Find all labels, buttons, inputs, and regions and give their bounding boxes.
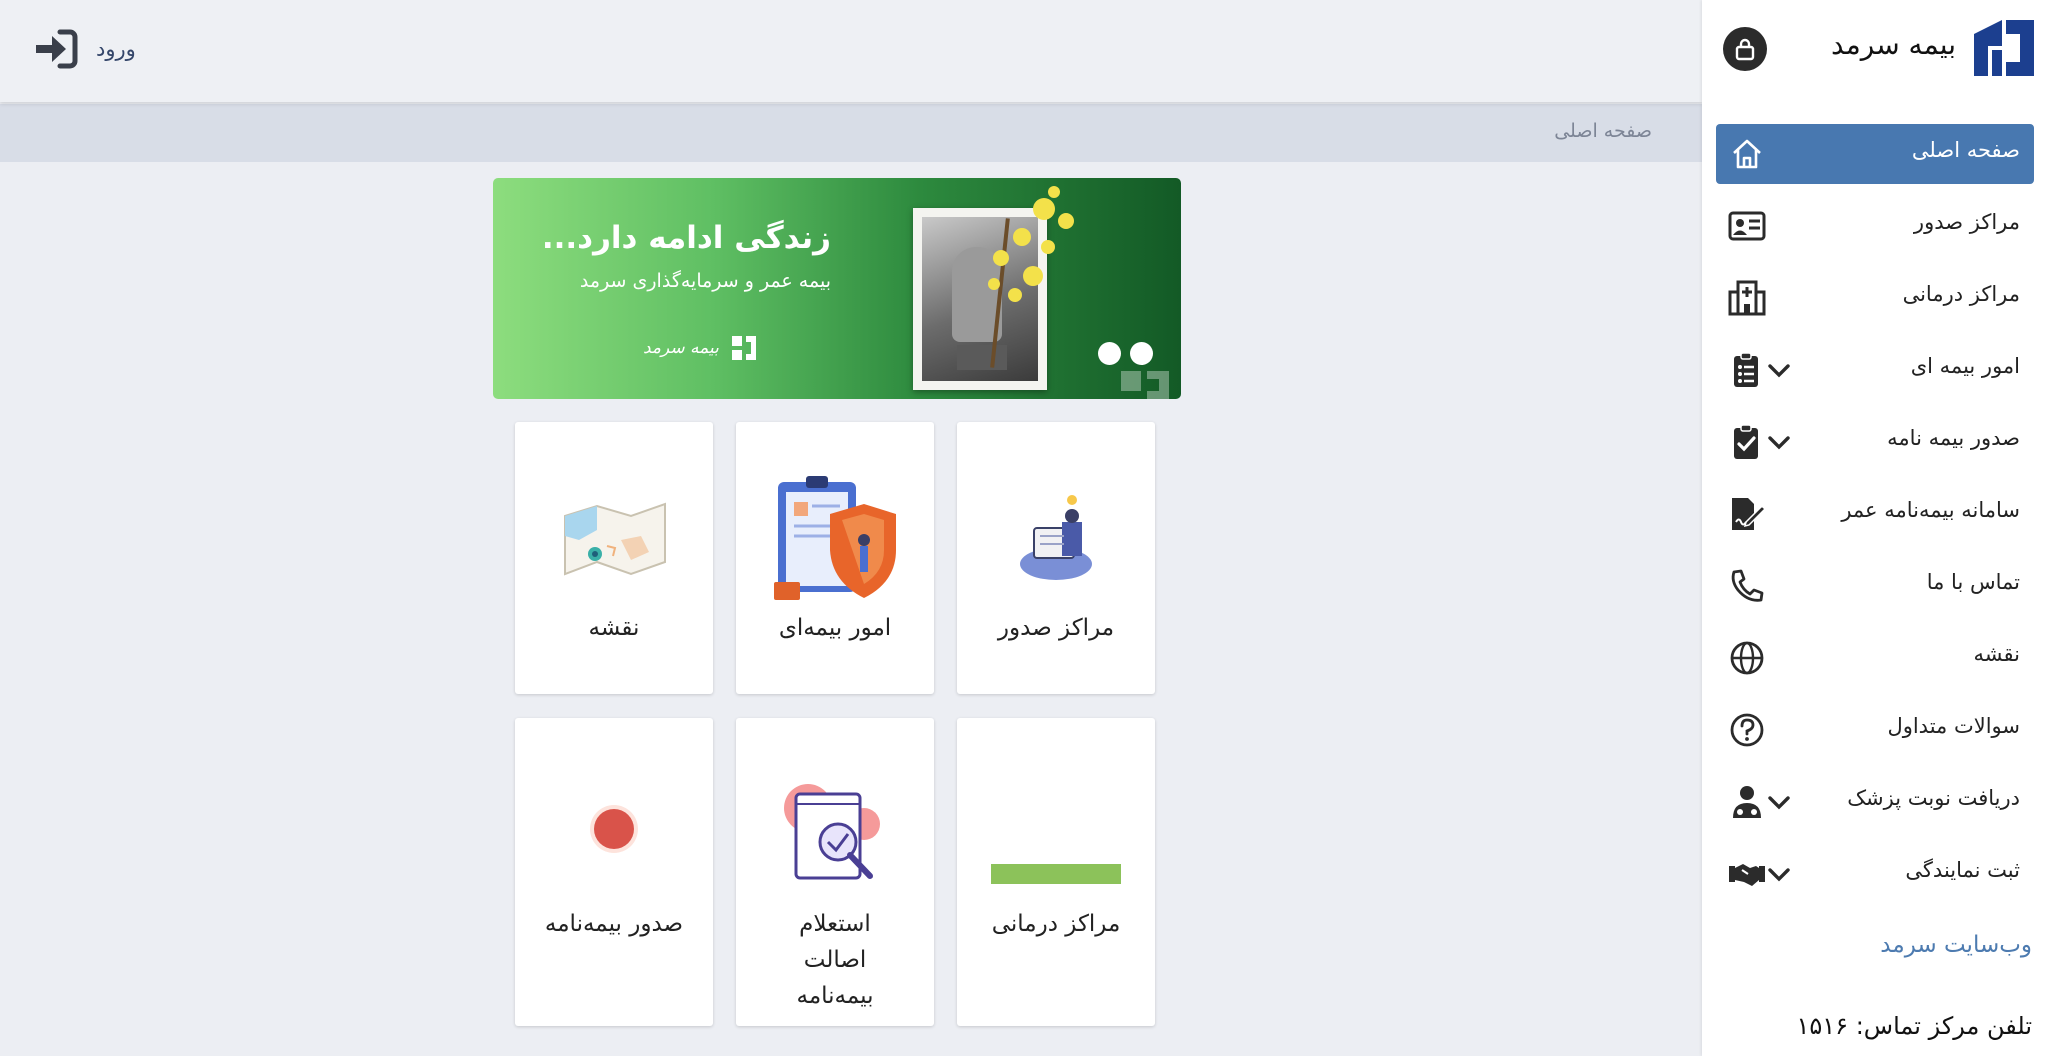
banner-logo-text: بیمه سرمد: [643, 338, 719, 358]
tile-authenticity-inquiry[interactable]: استعلام اصالت بیمه‌نامه: [736, 718, 934, 1026]
tree-blossom: [1058, 213, 1074, 229]
website-link[interactable]: وب‌سایت سرمد: [1880, 932, 2032, 958]
tree-blossom: [1008, 288, 1022, 302]
carousel-dot[interactable]: [1130, 342, 1153, 365]
sidebar-item-label: نقشه: [1973, 642, 2020, 666]
sidebar-item-map[interactable]: نقشه: [1716, 628, 2034, 688]
chevron-down-icon[interactable]: [1766, 862, 1792, 886]
top-bar: ورود: [0, 0, 1702, 102]
carousel-dot[interactable]: [1098, 342, 1121, 365]
login-button[interactable]: ورود: [32, 26, 136, 72]
issuing-center-illustration: [1020, 495, 1092, 580]
chevron-down-icon[interactable]: [1766, 790, 1792, 814]
home-icon: [1733, 139, 1761, 169]
sign-in-icon: [36, 29, 78, 69]
sarmad-logo-icon: [1974, 20, 2034, 76]
sidebar-item-label: مراکز صدور: [1913, 210, 2020, 234]
banner-title: زندگی ادامه دارد...: [541, 220, 831, 256]
sidebar-item-contact[interactable]: تماس با ما: [1716, 556, 2034, 616]
banner-watermark-logo: [1121, 371, 1169, 399]
plant-pot: [957, 345, 1007, 370]
sidebar-nav: صفحه اصلی مراکز صدور مراکز درمانی امور ب…: [1716, 124, 2034, 916]
sarmad-logo-icon: [731, 336, 756, 360]
sidebar-item-doctor-appointment[interactable]: دریافت نوبت پزشک: [1716, 772, 2034, 832]
sidebar-item-issuing-centers[interactable]: مراکز صدور: [1716, 196, 2034, 256]
medical-center-image: [991, 864, 1121, 884]
tile-label: مراکز صدور: [997, 615, 1115, 641]
tile-label: صدور بیمه‌نامه: [544, 911, 684, 937]
tree-blossom: [1041, 240, 1055, 254]
tile-medical-centers[interactable]: مراکز درمانی: [957, 718, 1155, 1026]
banner-logo: بیمه سرمد: [643, 333, 759, 363]
tile-label: مراکز درمانی: [991, 911, 1121, 937]
sidebar-item-medical-centers[interactable]: مراکز درمانی: [1716, 268, 2034, 328]
tile-policy-issue[interactable]: صدور بیمه‌نامه: [515, 718, 713, 1026]
breadcrumb-current: صفحه اصلی: [1554, 120, 1652, 142]
sidebar-item-policy-issue[interactable]: صدور بیمه نامه: [1716, 412, 2034, 472]
sidebar-item-label: صدور بیمه نامه: [1887, 426, 2020, 450]
carousel-dots: [1098, 342, 1153, 365]
sidebar-item-label: دریافت نوبت پزشک: [1847, 786, 2020, 810]
sidebar-item-label: صفحه اصلی: [1911, 138, 2020, 162]
insurance-shield-illustration: [774, 476, 896, 600]
brand-name: بیمه سرمد: [1831, 28, 1956, 61]
sidebar-item-agency-registration[interactable]: ثبت نمایندگی: [1716, 844, 2034, 904]
map-illustration: [564, 502, 666, 576]
lock-button[interactable]: [1723, 27, 1767, 71]
phone-icon: [1731, 569, 1764, 602]
authenticity-inquiry-illustration: [784, 784, 880, 880]
question-icon: [1730, 713, 1764, 747]
banner-subtitle: بیمه عمر و سرمایه‌گذاری سرمد: [579, 270, 831, 292]
hospital-icon: [1728, 280, 1766, 316]
handshake-icon: [1729, 864, 1765, 886]
tree-blossom: [1023, 266, 1043, 286]
tile-issuing-centers[interactable]: مراکز صدور: [957, 422, 1155, 694]
tree-blossom: [1048, 186, 1060, 198]
id-card-icon: [1728, 211, 1766, 241]
globe-icon: [1730, 641, 1764, 675]
tile-insurance-affairs[interactable]: امور بیمه‌ای: [736, 422, 934, 694]
contact-phone: تلفن مرکز تماس: ۱۵۱۶: [1796, 1012, 2033, 1040]
tree-blossom: [993, 250, 1009, 266]
tree-blossom: [1033, 198, 1055, 220]
lock-icon: [1735, 38, 1755, 61]
breadcrumb: صفحه اصلی: [0, 104, 1702, 162]
sidebar-item-label: مراکز درمانی: [1902, 282, 2020, 306]
clipboard-list-icon: [1734, 352, 1758, 387]
sidebar-item-label: تماس با ما: [1926, 570, 2020, 594]
tree-blossom: [1013, 228, 1031, 246]
clipboard-check-icon: [1734, 424, 1758, 459]
tile-map[interactable]: نقشه: [515, 422, 713, 694]
file-signature-icon: [1732, 498, 1766, 530]
tree-blossom: [988, 278, 1000, 290]
tile-label: استعلام اصالت بیمه‌نامه: [796, 911, 874, 1009]
promo-banner[interactable]: زندگی ادامه دارد... بیمه عمر و سرمایه‌گذ…: [493, 178, 1181, 399]
sidebar-item-label: سوالات متداول: [1887, 714, 2020, 738]
sidebar-item-label: سامانه بیمه‌نامه عمر: [1841, 498, 2020, 522]
policy-issue-dot: [590, 805, 638, 853]
sidebar-item-label: امور بیمه ای: [1910, 354, 2020, 378]
tile-label: امور بیمه‌ای: [778, 615, 892, 641]
tile-label: نقشه: [588, 615, 640, 641]
sidebar: بیمه سرمد صفحه اصلی مراکز صدور مراکز درم…: [1702, 0, 2048, 1056]
sidebar-item-insurance-affairs[interactable]: امور بیمه ای: [1716, 340, 2034, 400]
sidebar-item-label: ثبت نمایندگی: [1905, 858, 2020, 882]
chevron-down-icon[interactable]: [1766, 358, 1792, 382]
chevron-down-icon[interactable]: [1766, 430, 1792, 454]
sidebar-item-faq[interactable]: سوالات متداول: [1716, 700, 2034, 760]
doctor-icon: [1733, 786, 1761, 818]
sidebar-item-home[interactable]: صفحه اصلی: [1716, 124, 2034, 184]
login-label: ورود: [96, 37, 136, 61]
sidebar-item-life-policy-system[interactable]: سامانه بیمه‌نامه عمر: [1716, 484, 2034, 544]
